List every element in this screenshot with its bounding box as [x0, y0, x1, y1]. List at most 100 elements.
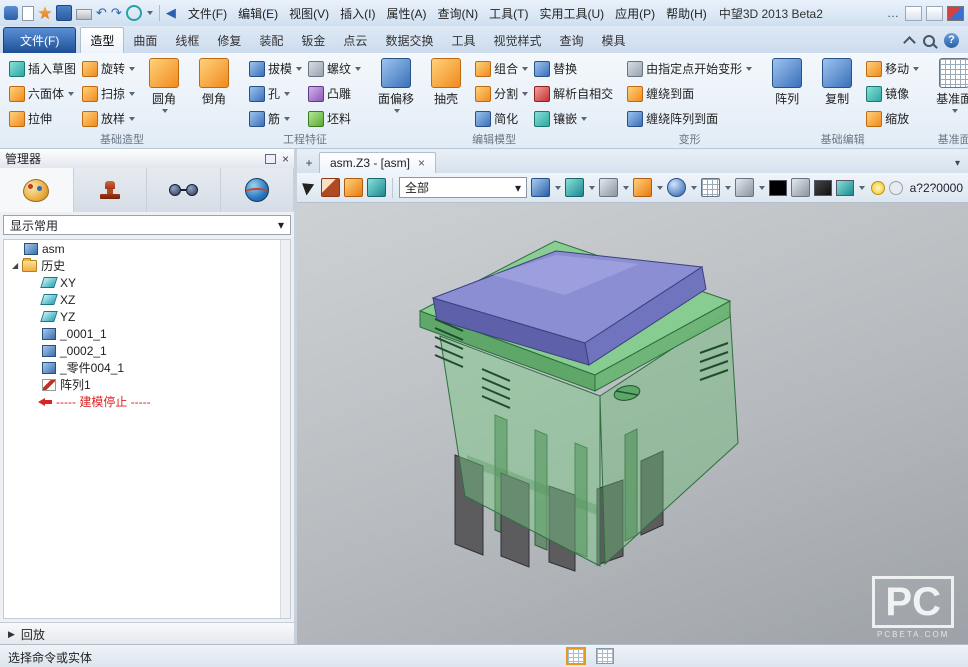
divide-button[interactable]: 分割 [473, 85, 530, 102]
tab-visual-style[interactable]: 视觉样式 [484, 28, 550, 53]
background-color-swatch[interactable] [814, 180, 832, 196]
section-view-icon[interactable] [633, 178, 652, 197]
box-button[interactable]: 六面体 [7, 85, 78, 102]
wrap-to-face-button[interactable]: 缠绕到面 [625, 85, 754, 102]
grid-display-icon[interactable] [701, 178, 720, 197]
datum-plane-button[interactable]: 基准面 [931, 56, 968, 115]
restore-icon[interactable] [926, 6, 943, 21]
viewport-canvas[interactable]: PC PCBETA.COM [297, 203, 968, 645]
revolve-button[interactable]: 旋转 [80, 60, 137, 77]
tree-item-asm[interactable]: asm [4, 240, 290, 257]
tab-data-exchange[interactable]: 数据交换 [376, 28, 442, 53]
simplify-button[interactable]: 简化 [473, 110, 530, 127]
select-tool-icon[interactable] [302, 180, 317, 196]
tab-surface[interactable]: 曲面 [124, 28, 166, 53]
document-tab[interactable]: asm.Z3 - [asm] × [319, 152, 436, 173]
collapse-ribbon-icon[interactable] [903, 36, 916, 49]
ime-icon[interactable] [947, 6, 964, 21]
chamfer-button[interactable]: 倒角 [191, 56, 237, 109]
zoom-target-icon[interactable] [667, 178, 686, 197]
tree-item-component-0001[interactable]: _0001_1 [4, 325, 290, 342]
redo-icon[interactable]: ↷ [111, 6, 122, 20]
menu-file[interactable]: 文件(F) [183, 2, 232, 25]
sweep-button[interactable]: 扫掠 [80, 85, 137, 102]
new-document-tab-icon[interactable]: + [299, 153, 319, 173]
tab-shape[interactable]: 造型 [80, 27, 124, 53]
csys-icon[interactable] [367, 178, 386, 197]
rib-button[interactable]: 筋 [247, 110, 304, 127]
tree-item-pattern-1[interactable]: 阵列1 [4, 376, 290, 393]
tree-scrollbar[interactable] [280, 240, 290, 618]
replay-bar[interactable]: ▶ 回放 [0, 622, 294, 645]
scale-button[interactable]: 缩放 [864, 110, 921, 127]
status-grid-icon-active[interactable] [566, 647, 586, 665]
tab-mold[interactable]: 模具 [593, 28, 635, 53]
tab-assembly[interactable]: 装配 [250, 28, 292, 53]
fillet-button[interactable]: 圆角 [141, 56, 187, 115]
thread-button[interactable]: 螺纹 [306, 60, 363, 77]
float-panel-icon[interactable] [265, 154, 276, 164]
new-file-icon[interactable] [22, 6, 34, 21]
search-icon[interactable] [923, 35, 935, 47]
copy-button[interactable]: 复制 [814, 56, 860, 109]
menu-edit[interactable]: 编辑(E) [233, 2, 283, 25]
menu-inquire[interactable]: 查询(N) [432, 2, 483, 25]
tree-item-component-0002[interactable]: _0002_1 [4, 342, 290, 359]
tab-pointcloud[interactable]: 点云 [334, 28, 376, 53]
tree-item-plane-yz[interactable]: YZ [4, 308, 290, 325]
deform-by-point-button[interactable]: 由指定点开始变形 [625, 60, 754, 77]
tree-filter-dropdown[interactable]: 显示常用 ▾ [3, 215, 291, 235]
insert-sketch-button[interactable]: 插入草图 [7, 60, 78, 77]
manager-tab-visual[interactable] [221, 168, 295, 212]
status-grid-icon[interactable] [596, 648, 614, 664]
view-orientation-icon[interactable] [565, 178, 584, 197]
brush-icon[interactable] [321, 178, 340, 197]
document-tab-close-icon[interactable]: × [418, 156, 425, 170]
replace-button[interactable]: 替换 [532, 60, 615, 77]
light-on-icon[interactable] [871, 181, 885, 195]
shell-button[interactable]: 抽壳 [423, 56, 469, 109]
selection-filter-combo[interactable]: 全部 ▾ [399, 177, 527, 198]
back-icon[interactable]: ◀ [166, 6, 176, 20]
light-off-icon[interactable] [889, 181, 903, 195]
tree-item-part-004[interactable]: _零件004_1 [4, 359, 290, 376]
tree-item-plane-xz[interactable]: XZ [4, 291, 290, 308]
expander-icon[interactable]: ◢ [12, 261, 18, 271]
move-button[interactable]: 移动 [864, 60, 921, 77]
extrude-button[interactable]: 拉伸 [7, 110, 78, 127]
pattern-button[interactable]: 阵列 [764, 56, 810, 109]
inlay-button[interactable]: 镶嵌 [532, 110, 615, 127]
draft-button[interactable]: 拔模 [247, 60, 304, 77]
render-mode-icon[interactable] [791, 178, 810, 197]
shaded-display-icon[interactable] [531, 178, 550, 197]
file-tab-button[interactable]: 文件(F) [3, 27, 76, 53]
tab-sheetmetal[interactable]: 钣金 [292, 28, 334, 53]
menu-help[interactable]: 帮助(H) [661, 2, 712, 25]
wrap-pattern-to-face-button[interactable]: 缠绕阵列到面 [625, 110, 754, 127]
manager-tab-visibility[interactable] [147, 168, 221, 212]
hole-button[interactable]: 孔 [247, 85, 304, 102]
regen-icon[interactable] [126, 5, 142, 21]
save-icon[interactable] [56, 5, 72, 21]
sketch-plane-icon[interactable] [344, 178, 363, 197]
tab-inquire[interactable]: 查询 [550, 28, 592, 53]
loft-button[interactable]: 放样 [80, 110, 137, 127]
tab-wireframe[interactable]: 线框 [166, 28, 208, 53]
undo-icon[interactable]: ↶ [96, 6, 107, 20]
menu-attributes[interactable]: 属性(A) [381, 2, 431, 25]
tab-list-dropdown-icon[interactable]: ▾ [955, 158, 966, 173]
minimize-icon[interactable] [905, 6, 922, 21]
manager-tab-constraints[interactable] [74, 168, 148, 212]
face-color-swatch[interactable] [836, 180, 854, 196]
edge-color-swatch[interactable] [769, 180, 787, 196]
datum-display-icon[interactable] [735, 178, 754, 197]
menu-tools[interactable]: 工具(T) [484, 2, 533, 25]
wireframe-display-icon[interactable] [599, 178, 618, 197]
tab-tools[interactable]: 工具 [442, 28, 484, 53]
tab-repair[interactable]: 修复 [208, 28, 250, 53]
tree-item-history[interactable]: ◢ 历史 [4, 257, 290, 274]
heal-self-intersection-button[interactable]: 解析自相交 [532, 85, 615, 102]
menu-applications[interactable]: 应用(P) [610, 2, 660, 25]
manager-tab-history[interactable] [0, 168, 74, 212]
panel-close-icon[interactable]: × [282, 153, 289, 165]
